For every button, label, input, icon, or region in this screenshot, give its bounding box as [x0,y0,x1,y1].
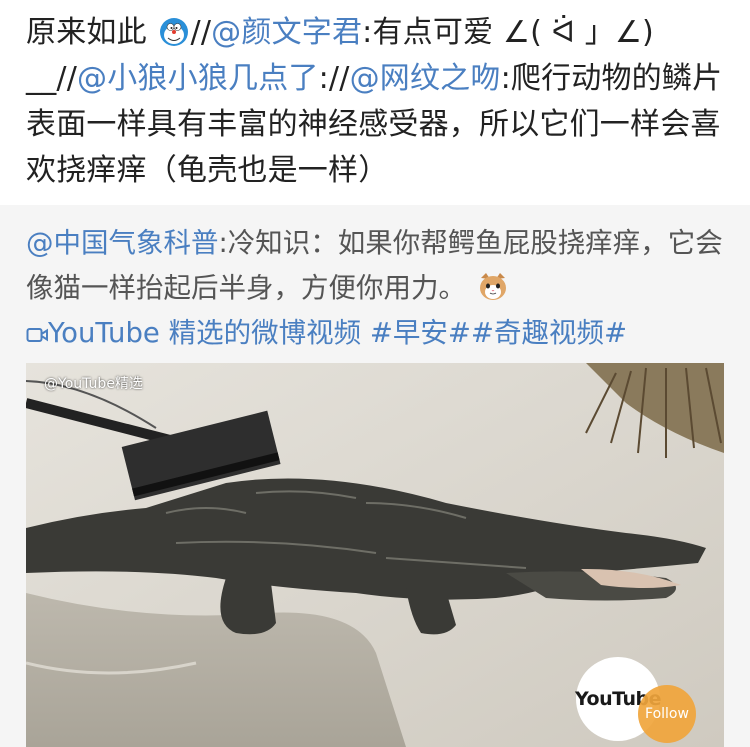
retweeted-post[interactable]: @中国气象科普:冷知识：如果你帮鳄鱼屁股挠痒痒，它会像猫一样抬起后半身，方便你用… [0,205,750,747]
cat-face-icon [477,270,507,300]
follow-button[interactable]: Follow [638,685,696,743]
post-text: 原来如此 //@颜文字君:有点可爱 ∠( ᐛ 」∠) __//@小狼小狼几点了:/… [26,10,736,194]
retweet-text: @中国气象科普:冷知识：如果你帮鳄鱼屁股挠痒痒，它会像猫一样抬起后半身，方便你用… [26,221,736,356]
mention-link[interactable]: @小狼小狼几点了 [77,61,319,96]
hashtag-link[interactable]: #早安# [370,317,471,349]
mention-link[interactable]: @中国气象科普 [26,227,219,259]
video-link-label: YouTube 精选的微博视频 [48,317,362,349]
post-separator: __// [26,61,78,96]
video-thumbnail[interactable]: @YouTube精选 YouTube Follow [26,363,724,747]
mention-link[interactable]: @颜文字君 [211,15,362,50]
post-separator: // [190,15,212,50]
hashtag-link[interactable]: #奇趣视频# [471,317,627,349]
post-intro: 原来如此 [26,15,157,50]
video-link[interactable]: YouTube 精选的微博视频 [26,317,361,349]
image-watermark: @YouTube精选 [44,376,143,392]
post-separator: :// [318,61,350,96]
mention-link[interactable]: @网纹之吻 [350,61,501,96]
doraemon-icon [159,15,189,46]
post-quote-text: :有点可爱 ∠( ᐛ 」∠) [362,15,654,50]
video-icon [26,317,48,349]
